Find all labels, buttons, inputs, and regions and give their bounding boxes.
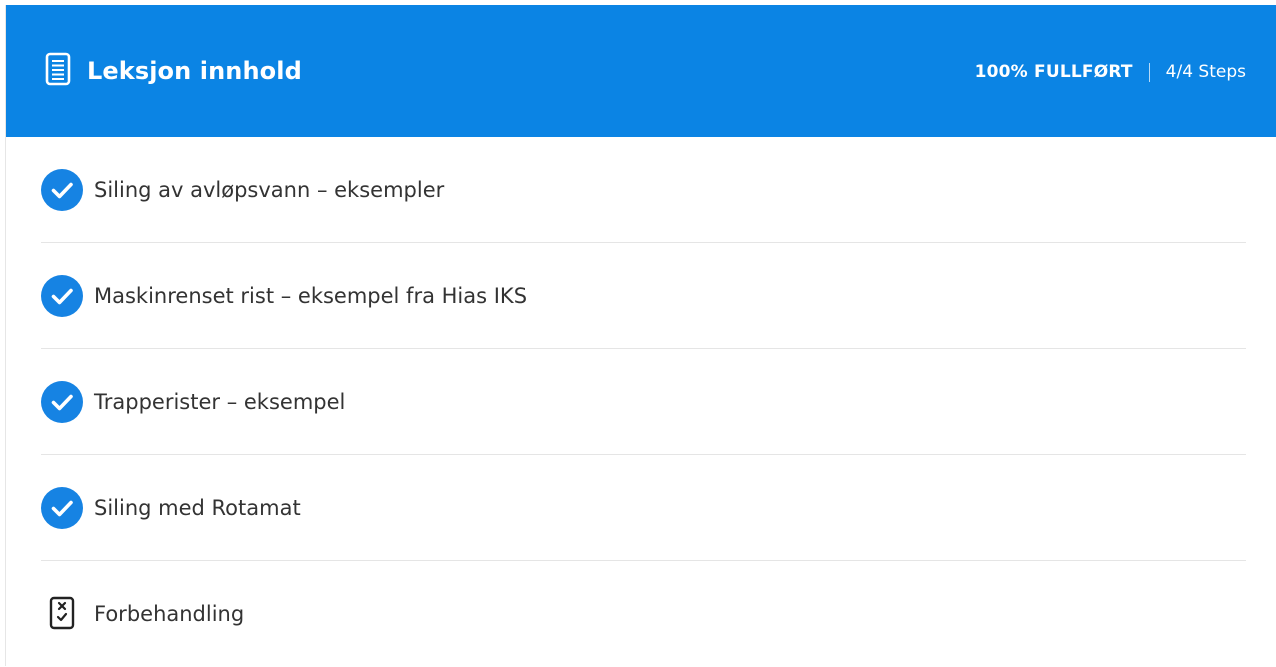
lesson-content-header: Leksjon innhold 100% FULLFØRT 4/4 Steps — [6, 5, 1276, 137]
progress-divider — [1148, 62, 1150, 82]
lesson-item-siling-med-rotamat[interactable]: Siling med Rotamat — [41, 455, 1246, 561]
check-circle-icon — [41, 381, 83, 423]
lesson-item-label: Siling med Rotamat — [94, 496, 301, 520]
lesson-item-trapperister[interactable]: Trapperister – eksempel — [41, 349, 1246, 455]
progress-percent: 100% FULLFØRT — [974, 62, 1133, 82]
document-icon — [45, 52, 71, 86]
lesson-item-label: Maskinrenset rist – eksempel fra Hias IK… — [94, 284, 528, 308]
lesson-item-maskinrenset-rist[interactable]: Maskinrenset rist – eksempel fra Hias IK… — [41, 243, 1246, 349]
check-circle-icon — [41, 169, 83, 211]
lesson-content-panel: Leksjon innhold 100% FULLFØRT 4/4 Steps … — [5, 5, 1276, 666]
lesson-content-title: Leksjon innhold — [87, 57, 302, 85]
progress-status: 100% FULLFØRT 4/4 Steps — [975, 60, 1246, 84]
lesson-list: Siling av avløpsvann – eksempler Maskinr… — [41, 137, 1246, 667]
check-circle-icon — [41, 487, 83, 529]
progress-steps: 4/4 Steps — [1165, 62, 1246, 82]
lesson-item-label: Forbehandling — [94, 602, 245, 626]
quiz-icon — [49, 595, 75, 631]
lesson-item-label: Trapperister – eksempel — [94, 390, 346, 414]
lesson-item-label: Siling av avløpsvann – eksempler — [94, 178, 445, 202]
check-circle-icon — [41, 275, 83, 317]
lesson-item-forbehandling[interactable]: Forbehandling — [41, 561, 1246, 667]
lesson-item-siling-av-avlopsvann[interactable]: Siling av avløpsvann – eksempler — [41, 137, 1246, 243]
